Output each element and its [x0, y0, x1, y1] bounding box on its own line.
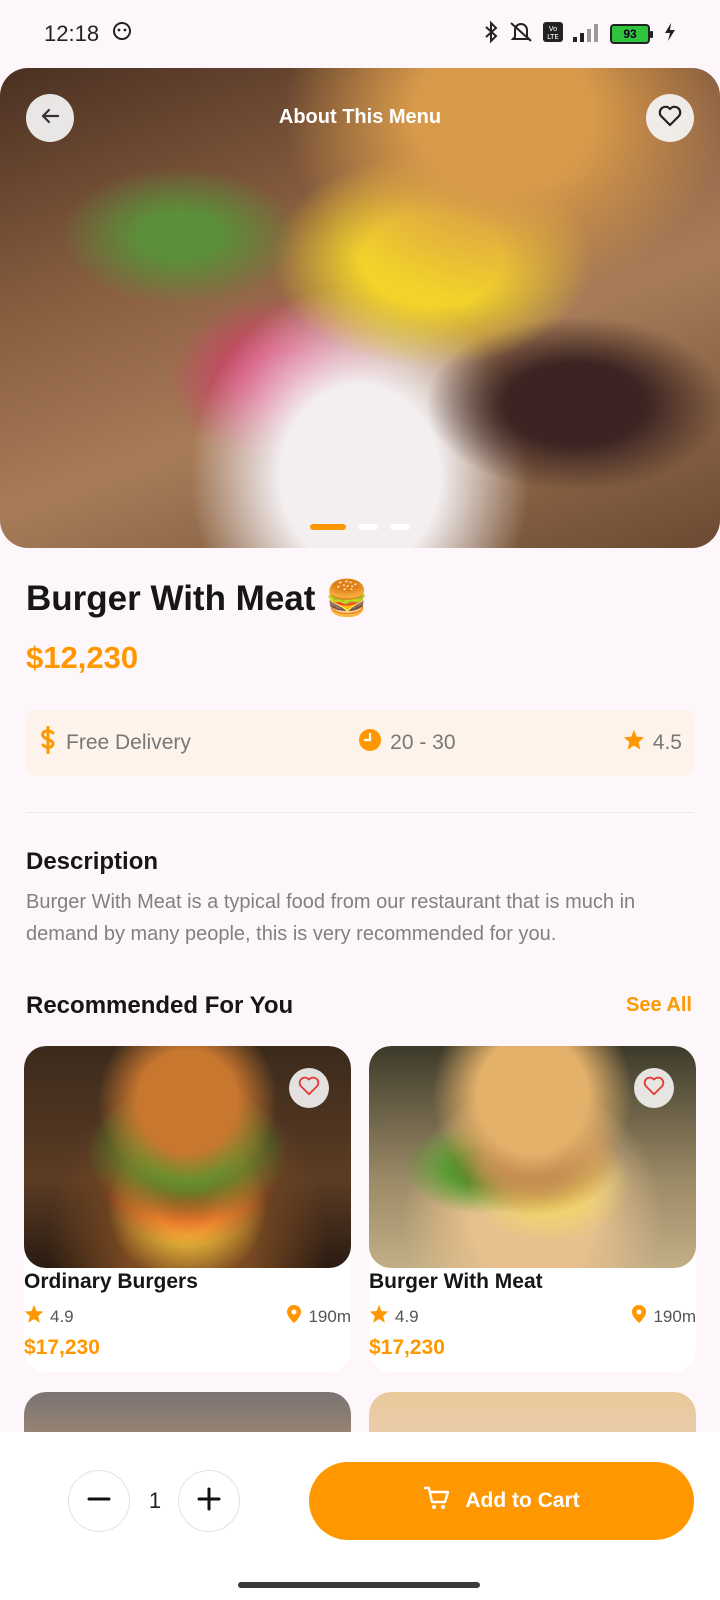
add-to-cart-button[interactable]: Add to Cart	[309, 1462, 694, 1540]
mute-icon	[508, 20, 534, 49]
card-name: Burger With Meat	[369, 1270, 543, 1293]
add-to-cart-label: Add to Cart	[465, 1489, 580, 1512]
heart-icon	[657, 104, 683, 133]
card-price: $17,230	[369, 1336, 445, 1359]
delivery-label: Free Delivery	[66, 731, 191, 754]
product-price: $12,230	[26, 640, 139, 675]
cart-icon	[423, 1484, 451, 1518]
divider	[26, 812, 694, 813]
carousel-indicator	[310, 524, 410, 530]
carousel-dot[interactable]	[310, 524, 346, 530]
location-pin-icon	[631, 1304, 647, 1329]
product-title: Burger With Meat 🍔	[26, 579, 369, 618]
delivery-info: Free Delivery	[38, 725, 191, 760]
rating-info: 4.5	[623, 729, 682, 757]
svg-text:Vo: Vo	[549, 25, 558, 33]
star-icon	[24, 1304, 44, 1329]
star-icon	[623, 729, 645, 757]
battery-icon: 93	[610, 24, 653, 44]
recommended-title: Recommended For You	[26, 992, 294, 1019]
card-favorite-button[interactable]	[634, 1068, 674, 1108]
description-title: Description	[26, 848, 159, 875]
increase-quantity-button[interactable]	[178, 1470, 240, 1532]
carousel-dot[interactable]	[390, 524, 410, 530]
bluetooth-icon	[482, 20, 500, 49]
card-distance: 190m	[653, 1306, 696, 1326]
svg-text:LTE: LTE	[547, 33, 559, 41]
card-price: $17,230	[24, 1336, 100, 1359]
favorite-button[interactable]	[646, 94, 694, 142]
quantity-value: 1	[148, 1488, 162, 1513]
decrease-quantity-button[interactable]	[68, 1470, 130, 1532]
home-indicator[interactable]	[238, 1582, 480, 1588]
volte-icon: Vo LTE	[542, 21, 564, 48]
description-text: Burger With Meat is a typical food from …	[26, 891, 636, 945]
plus-icon	[196, 1486, 222, 1517]
location-pin-icon	[286, 1304, 302, 1329]
recommended-card[interactable]: Ordinary Burgers 4.9 190m $17,230	[24, 1046, 351, 1372]
time-label: 20 - 30	[390, 731, 456, 754]
heart-icon	[297, 1075, 321, 1102]
signal-icon	[572, 21, 602, 48]
star-icon	[369, 1304, 389, 1329]
rating-label: 4.5	[652, 731, 682, 754]
heart-icon	[642, 1075, 666, 1102]
card-distance: 190m	[308, 1306, 351, 1326]
card-meta: 4.9 190m	[24, 1304, 351, 1329]
card-rating: 4.9	[395, 1306, 419, 1326]
hero-image[interactable]: About This Menu	[0, 68, 720, 548]
clock-icon	[358, 728, 382, 758]
status-time: 12:18	[44, 21, 100, 46]
charging-icon	[664, 22, 676, 47]
info-bar: Free Delivery 20 - 30 4.5	[26, 710, 694, 776]
minus-icon	[86, 1486, 112, 1517]
card-favorite-button[interactable]	[289, 1068, 329, 1108]
recommended-card[interactable]: Burger With Meat 4.9 190m $17,230	[369, 1046, 696, 1372]
time-info: 20 - 30	[358, 728, 456, 758]
card-rating: 4.9	[50, 1306, 74, 1326]
bottom-bar: 1 Add to Cart	[0, 1432, 720, 1600]
see-all-link[interactable]: See All	[626, 994, 692, 1017]
notification-icon	[111, 20, 133, 48]
dollar-icon	[38, 725, 58, 760]
card-meta: 4.9 190m	[369, 1304, 696, 1329]
page-title: About This Menu	[278, 106, 442, 128]
status-bar: 12:18 Vo LTE 93	[0, 0, 720, 68]
card-name: Ordinary Burgers	[24, 1270, 198, 1293]
carousel-dot[interactable]	[358, 524, 378, 530]
